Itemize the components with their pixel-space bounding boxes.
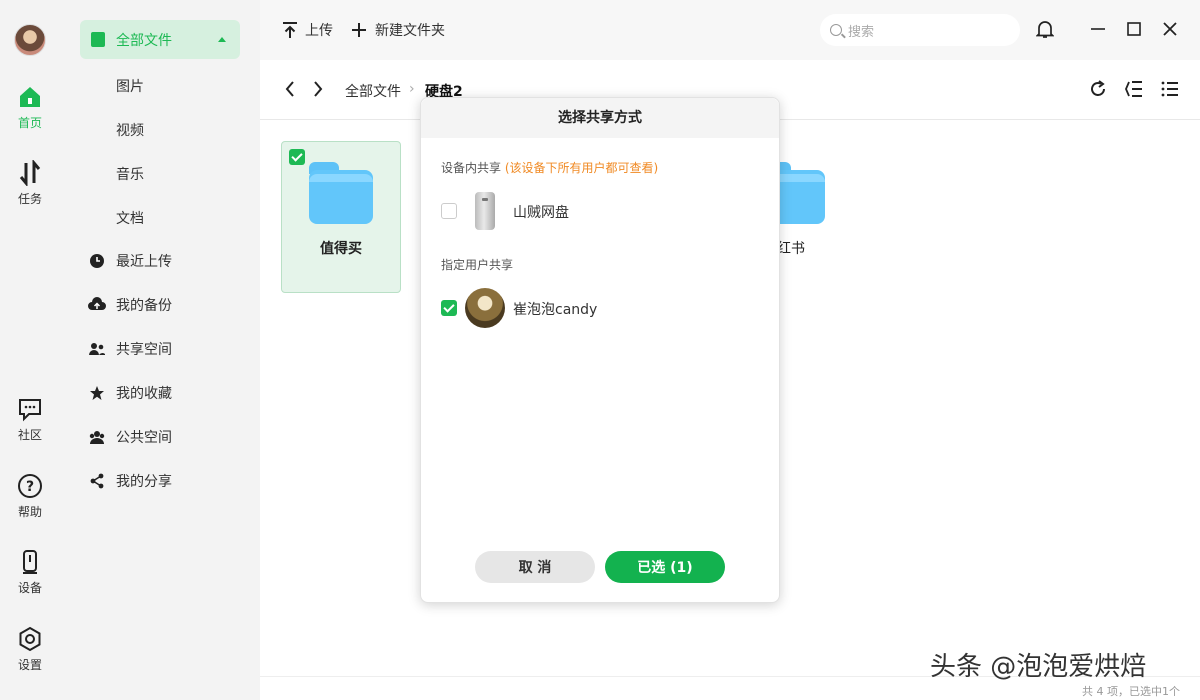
device-section-title: 设备内共享 — [441, 161, 502, 175]
share-dialog: 选择共享方式 设备内共享 (该设备下所有用户都可查看) 山贼网盘 指定用户共享 … — [420, 97, 780, 603]
clock-icon — [90, 254, 104, 268]
chevron-right-icon — [314, 81, 323, 97]
settings-icon — [19, 626, 41, 652]
refresh-icon — [1091, 80, 1105, 96]
sidebar-item-label: 公共空间 — [116, 430, 172, 446]
maximize-button[interactable] — [1123, 18, 1145, 40]
search-icon — [830, 24, 842, 36]
sort-icon — [1125, 81, 1142, 97]
star-icon — [90, 386, 104, 400]
help-icon: ? — [18, 474, 42, 498]
sidebar-item-label: 我的收藏 — [116, 386, 172, 402]
chevron-left-icon — [285, 81, 294, 97]
dialog-title: 选择共享方式 — [421, 98, 779, 138]
transfer-icon — [19, 160, 41, 186]
confirm-button[interactable]: 已选 (1) — [605, 551, 725, 583]
minimize-button[interactable] — [1087, 18, 1109, 40]
rail-label: 帮助 — [17, 505, 42, 519]
search-input[interactable]: 搜索 — [820, 14, 1020, 46]
sidebar-subitem-images[interactable]: 图片 — [116, 76, 144, 96]
sidebar-item-favorites[interactable]: 我的收藏 — [88, 383, 172, 403]
rail-item-help[interactable]: ? 帮助 — [0, 473, 60, 520]
list-view-button[interactable] — [1160, 79, 1182, 101]
device-checkbox[interactable] — [441, 203, 457, 219]
cancel-button[interactable]: 取 消 — [475, 551, 595, 583]
device-icon — [23, 550, 37, 574]
new-folder-label: 新建文件夹 — [375, 23, 445, 39]
bell-icon — [1036, 21, 1054, 38]
sidebar-item-public-space[interactable]: 公共空间 — [88, 427, 172, 447]
rail-label: 社区 — [17, 428, 42, 442]
folder-name: 值得买 — [320, 241, 362, 257]
rail-label: 任务 — [17, 192, 42, 206]
rail-item-tasks[interactable]: 任务 — [0, 160, 60, 207]
chevron-up-icon — [218, 37, 226, 42]
device-name: 山贼网盘 — [513, 205, 569, 221]
breadcrumb-separator: › — [409, 81, 415, 97]
sidebar-subitem-music[interactable]: 音乐 — [116, 164, 144, 184]
search-placeholder: 搜索 — [848, 24, 875, 40]
rail-label: 设置 — [17, 658, 42, 672]
svg-text:?: ? — [26, 479, 34, 495]
sidebar-item-my-shares[interactable]: 我的分享 — [88, 471, 172, 491]
upload-icon — [283, 22, 297, 38]
user-checkbox[interactable] — [441, 300, 457, 316]
minimize-icon — [1091, 28, 1105, 30]
group-icon — [89, 431, 105, 444]
cloud-upload-icon — [88, 297, 106, 310]
folder-checkbox[interactable] — [289, 149, 305, 165]
home-icon — [20, 87, 40, 107]
plus-icon — [352, 23, 366, 37]
nav-rail: 首页 任务 社区 ? 帮助 设备 设置 — [0, 0, 60, 700]
breadcrumb-root[interactable]: 全部文件 — [345, 81, 401, 101]
nas-device-icon — [475, 192, 495, 230]
close-icon — [1163, 22, 1177, 36]
folder-icon — [309, 162, 373, 224]
upload-label: 上传 — [305, 23, 333, 39]
sidebar-subitem-videos[interactable]: 视频 — [116, 120, 144, 140]
sort-button[interactable] — [1124, 79, 1146, 101]
notification-button[interactable] — [1034, 18, 1056, 40]
status-text: 共 4 项，已选中1个 — [1082, 685, 1180, 698]
user-name: 崔泡泡candy — [513, 302, 598, 318]
rail-item-settings[interactable]: 设置 — [0, 626, 60, 673]
sidebar-item-recent[interactable]: 最近上传 — [88, 251, 172, 271]
device-section-note: (该设备下所有用户都可查看) — [504, 161, 659, 175]
user-avatar — [465, 288, 505, 328]
new-folder-button[interactable]: 新建文件夹 — [351, 20, 445, 40]
rail-label: 首页 — [17, 116, 42, 130]
user-avatar[interactable] — [14, 24, 46, 56]
share-icon — [90, 473, 104, 489]
watermark: 头条 @泡泡爱烘焙 — [930, 652, 1147, 682]
users-icon — [89, 343, 105, 355]
sidebar-item-backup[interactable]: 我的备份 — [88, 295, 172, 315]
user-section-label: 指定用户共享 — [441, 258, 514, 272]
file-icon — [91, 32, 105, 47]
sidebar-item-label: 全部文件 — [116, 32, 172, 49]
upload-button[interactable]: 上传 — [282, 20, 333, 40]
sidebar-item-label: 我的分享 — [116, 474, 172, 490]
sidebar-item-label: 我的备份 — [116, 298, 172, 314]
sidebar-item-label: 共享空间 — [116, 342, 172, 358]
sidebar-item-all-files[interactable]: 全部文件 — [80, 20, 240, 59]
list-icon — [1161, 81, 1178, 97]
back-button[interactable] — [284, 80, 296, 103]
sidebar-subitem-docs[interactable]: 文档 — [116, 208, 144, 228]
maximize-icon — [1127, 22, 1141, 36]
close-button[interactable] — [1159, 18, 1181, 40]
sidebar-item-shared-space[interactable]: 共享空间 — [88, 339, 172, 359]
forward-button[interactable] — [312, 80, 324, 103]
rail-item-community[interactable]: 社区 — [0, 396, 60, 443]
refresh-button[interactable] — [1088, 79, 1110, 101]
rail-label: 设备 — [17, 581, 42, 595]
sidebar-item-label: 最近上传 — [116, 254, 172, 270]
device-section-label: 设备内共享 (该设备下所有用户都可查看) — [441, 159, 658, 176]
rail-item-home[interactable]: 首页 — [0, 84, 60, 131]
community-icon — [19, 399, 41, 422]
rail-item-device[interactable]: 设备 — [0, 549, 60, 596]
